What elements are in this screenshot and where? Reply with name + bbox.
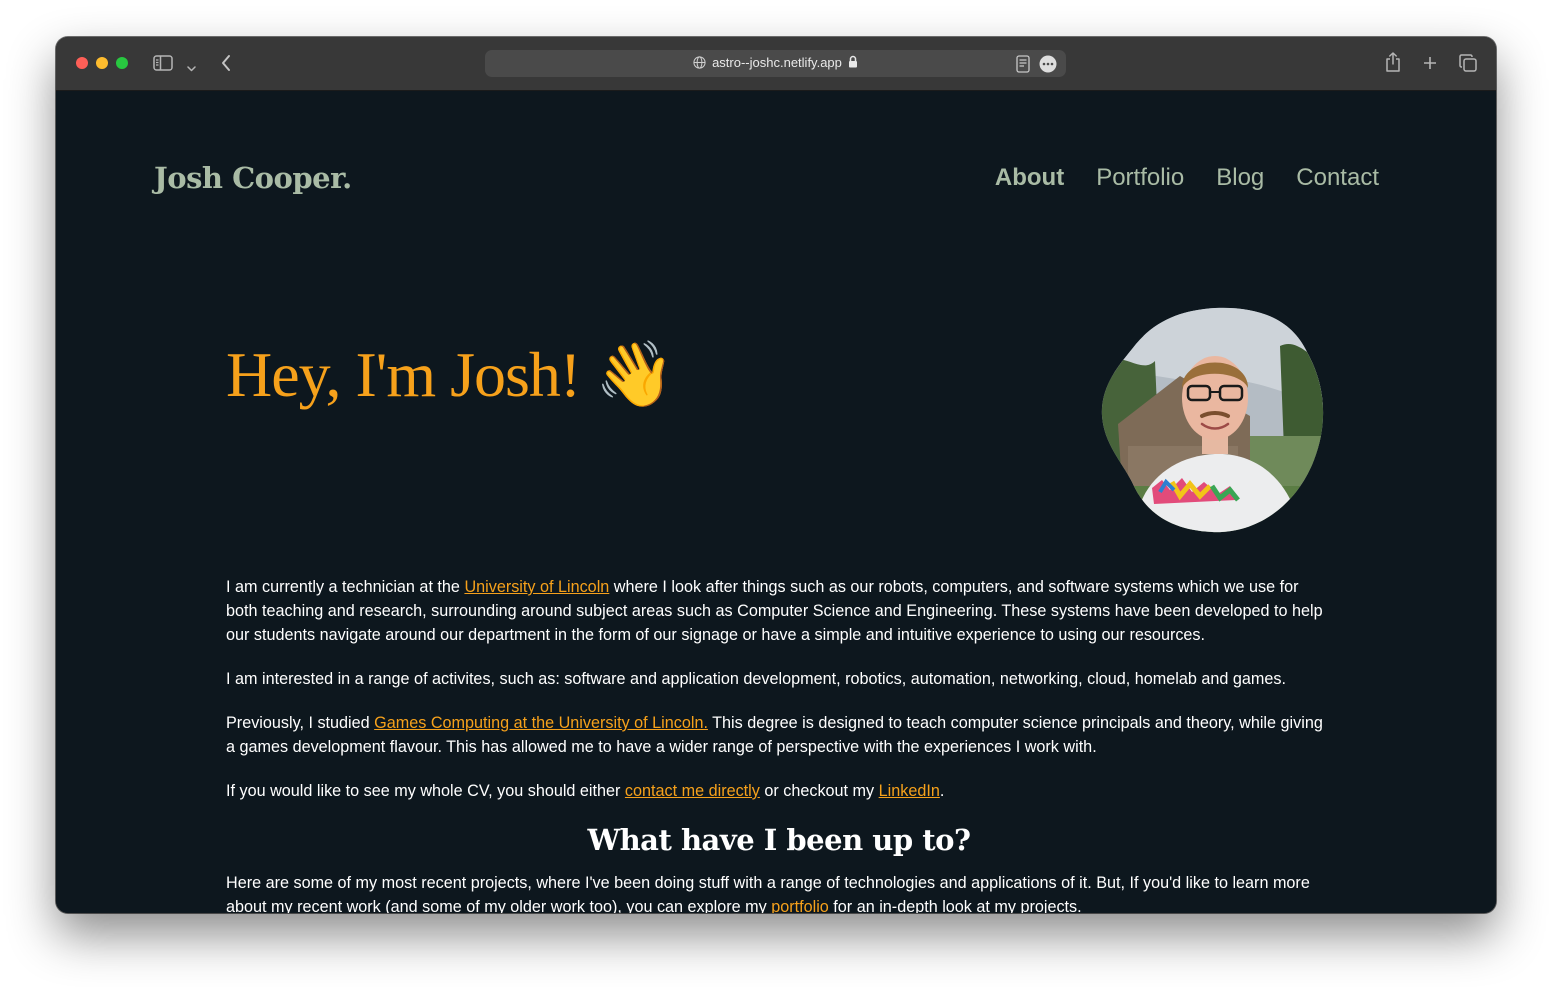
sidebar-icon[interactable] (153, 55, 173, 76)
games-computing-link[interactable]: Games Computing at the University of Lin… (374, 714, 708, 732)
globe-icon (693, 56, 706, 72)
address-bar[interactable]: astro--joshc.netlify.app (485, 50, 1066, 77)
zoom-window-button[interactable] (116, 57, 128, 69)
page-content: Josh Cooper. About Portfolio Blog Contac… (56, 91, 1496, 913)
close-window-button[interactable] (76, 57, 88, 69)
nav-portfolio[interactable]: Portfolio (1096, 164, 1184, 192)
text: Here are some of my most recent projects… (226, 874, 1310, 913)
contact-link[interactable]: contact me directly (625, 782, 760, 800)
reader-icon[interactable] (1016, 55, 1030, 78)
nav-blog[interactable]: Blog (1216, 164, 1264, 192)
url-text: astro--joshc.netlify.app (712, 55, 842, 70)
text: . (939, 782, 945, 800)
text: for an in-depth look at my projects. (828, 898, 1082, 913)
browser-window: astro--joshc.netlify.app Josh Cooper. Ab… (56, 37, 1496, 913)
tabs-overview-icon[interactable] (1459, 54, 1477, 77)
text: or checkout my (759, 782, 879, 800)
portfolio-link[interactable]: portfolio (771, 898, 829, 913)
back-icon[interactable] (220, 54, 232, 77)
minimize-window-button[interactable] (96, 57, 108, 69)
text: If you would like to see my whole CV, yo… (226, 782, 625, 800)
text: I am currently a technician at the (226, 578, 465, 596)
main-nav: About Portfolio Blog Contact (995, 164, 1379, 192)
site-logo[interactable]: Josh Cooper. (154, 161, 352, 195)
new-tab-icon[interactable] (1423, 56, 1437, 75)
text: Previously, I studied (226, 714, 375, 732)
nav-about[interactable]: About (995, 164, 1064, 192)
linkedin-link[interactable]: LinkedIn (879, 782, 940, 800)
hero-title: Hey, I'm Josh! 👋 (226, 339, 675, 410)
profile-photo (1101, 307, 1324, 533)
recent-work-heading: What have I been up to? (587, 823, 971, 857)
chevron-down-icon[interactable] (187, 59, 196, 77)
education-paragraph: Previously, I studied Games Computing at… (226, 711, 1332, 759)
more-icon[interactable] (1039, 55, 1057, 78)
interests-paragraph: I am interested in a range of activites,… (226, 670, 1286, 688)
lock-icon (848, 55, 858, 71)
nav-contact[interactable]: Contact (1296, 164, 1379, 192)
browser-toolbar: astro--joshc.netlify.app (56, 37, 1496, 91)
about-paragraph: I am currently a technician at the Unive… (226, 575, 1332, 647)
university-link[interactable]: University of Lincoln (464, 578, 609, 596)
recent-work-paragraph: Here are some of my most recent projects… (226, 871, 1332, 913)
about-section: I am currently a technician at the Unive… (226, 575, 1332, 913)
cv-paragraph: If you would like to see my whole CV, yo… (226, 779, 1332, 803)
address-url[interactable]: astro--joshc.netlify.app (485, 55, 1066, 72)
share-icon[interactable] (1385, 52, 1401, 77)
